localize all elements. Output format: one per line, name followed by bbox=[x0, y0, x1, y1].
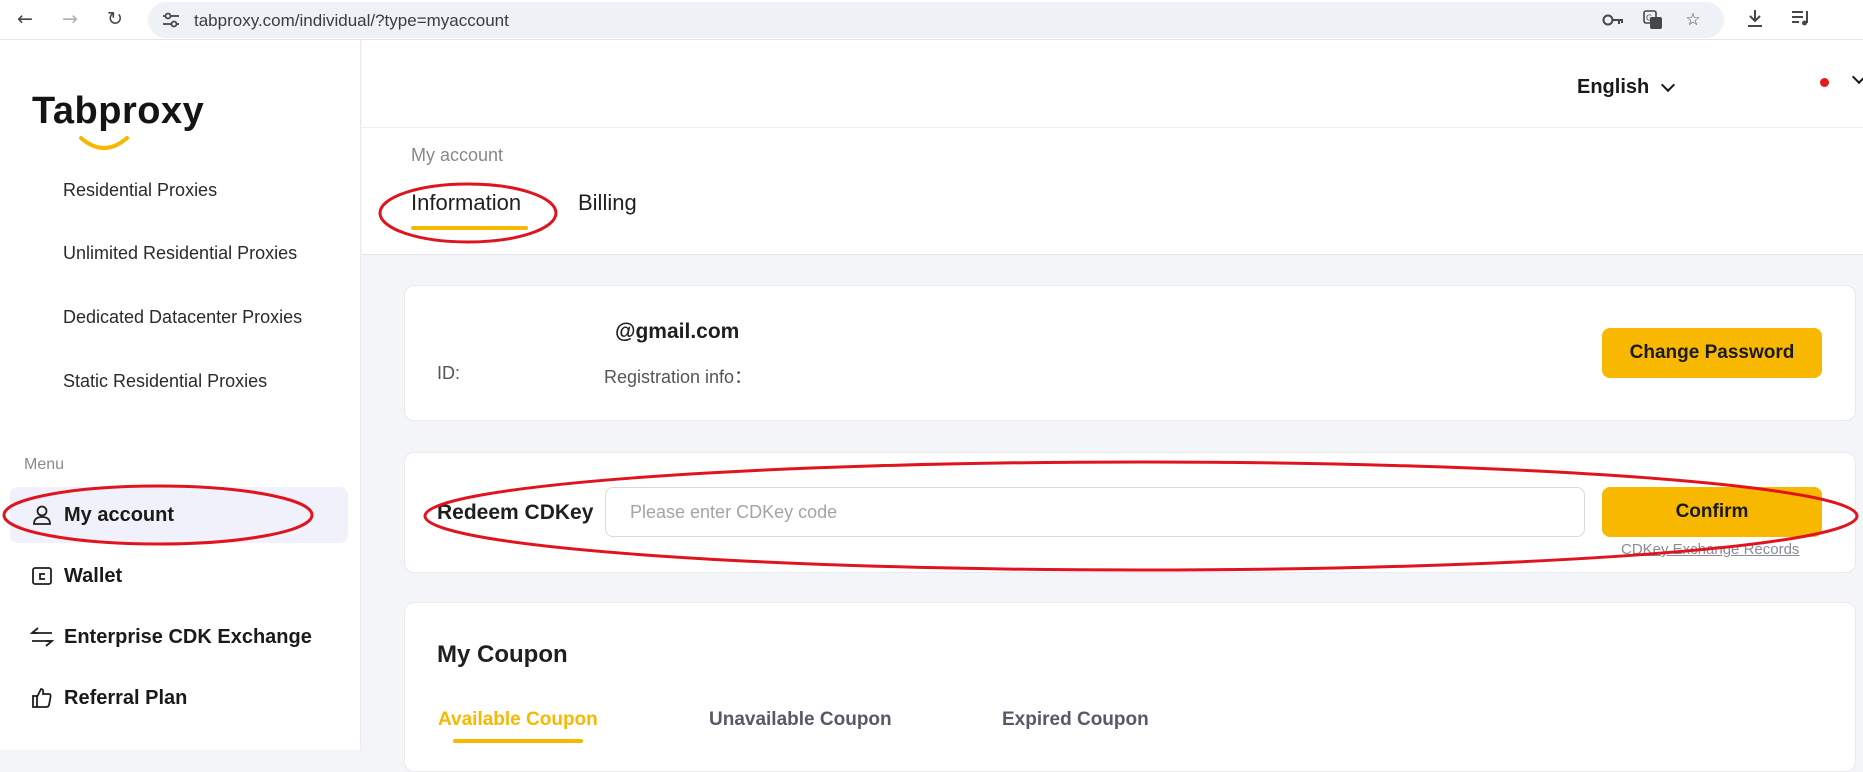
my-coupon-card: My Coupon Available Coupon Unavailable C… bbox=[404, 602, 1856, 772]
site-settings-icon[interactable] bbox=[162, 12, 180, 28]
back-arrow-icon[interactable]: ← bbox=[12, 6, 38, 32]
thumbs-up-icon bbox=[30, 686, 54, 710]
menu-caption: Menu bbox=[24, 456, 65, 473]
logo-smile-icon bbox=[79, 136, 129, 150]
active-tab-indicator bbox=[411, 226, 528, 230]
account-id-label: ID: bbox=[437, 363, 461, 383]
product-link-dedicated-datacenter[interactable]: Dedicated Datacenter Proxies bbox=[63, 307, 302, 328]
active-coupon-tab-indicator bbox=[453, 739, 583, 743]
registration-info-label: Registration info： bbox=[604, 367, 753, 387]
account-email: @gmail.com bbox=[615, 320, 740, 343]
product-link-residential[interactable]: Residential Proxies bbox=[63, 180, 217, 201]
translate-icon[interactable]: G bbox=[1642, 10, 1664, 30]
product-link-static-residential[interactable]: Static Residential Proxies bbox=[63, 371, 267, 392]
tab-unavailable-coupon[interactable]: Unavailable Coupon bbox=[709, 709, 892, 731]
language-selector[interactable]: English bbox=[1577, 76, 1676, 99]
sidebar-item-enterprise-cdk[interactable]: Enterprise CDK Exchange bbox=[10, 609, 348, 665]
notification-dot bbox=[1820, 78, 1829, 87]
page-tabs-header: My account Information Billing bbox=[362, 128, 1863, 255]
coupon-section-title: My Coupon bbox=[437, 641, 568, 668]
tab-available-coupon[interactable]: Available Coupon bbox=[438, 709, 598, 731]
tab-billing[interactable]: Billing bbox=[578, 190, 637, 216]
cdkey-input[interactable] bbox=[605, 487, 1585, 537]
change-password-button[interactable]: Change Password bbox=[1602, 328, 1822, 378]
wallet-icon bbox=[30, 564, 54, 588]
tabproxy-logo[interactable]: Tabproxy bbox=[32, 90, 204, 133]
redeem-cdkey-card: Redeem CDKey Confirm CDKey Exchange Reco… bbox=[404, 452, 1856, 573]
reload-icon[interactable]: ↻ bbox=[102, 6, 128, 32]
sidebar-item-label: Wallet bbox=[64, 564, 123, 587]
svg-text:G: G bbox=[1646, 14, 1652, 23]
sidebar-item-my-account[interactable]: My account bbox=[10, 487, 348, 543]
sidebar-item-wallet[interactable]: Wallet bbox=[10, 548, 348, 604]
key-icon[interactable] bbox=[1602, 10, 1624, 30]
sidebar-item-label: Enterprise CDK Exchange bbox=[64, 625, 312, 648]
bookmark-star-icon[interactable]: ☆ bbox=[1682, 10, 1704, 30]
media-queue-icon[interactable] bbox=[1788, 5, 1814, 31]
download-icon[interactable] bbox=[1742, 5, 1768, 31]
exchange-icon bbox=[30, 625, 54, 649]
breadcrumb: My account bbox=[411, 145, 504, 165]
tab-expired-coupon[interactable]: Expired Coupon bbox=[1002, 709, 1149, 731]
confirm-button[interactable]: Confirm bbox=[1602, 487, 1822, 537]
chevron-down-icon bbox=[1661, 77, 1676, 92]
language-label: English bbox=[1577, 76, 1650, 98]
user-menu-chevron-icon[interactable] bbox=[1851, 69, 1863, 85]
tab-information[interactable]: Information bbox=[411, 190, 521, 216]
sidebar-item-label: My account bbox=[64, 503, 175, 526]
account-info-card: @gmail.com ID: Registration info： Change… bbox=[404, 285, 1856, 421]
browser-toolbar: ← → ↻ tabproxy.com/individual/?type=myac… bbox=[0, 0, 1863, 40]
sidebar-item-label: Referral Plan bbox=[64, 686, 188, 709]
sidebar-item-referral-plan[interactable]: Referral Plan bbox=[10, 670, 348, 726]
cdkey-exchange-records-link[interactable]: CDKey Exchange Records bbox=[1621, 541, 1799, 558]
url-text: tabproxy.com/individual/?type=myaccount bbox=[194, 11, 509, 30]
forward-arrow-icon[interactable]: → bbox=[57, 6, 83, 32]
address-bar[interactable]: tabproxy.com/individual/?type=myaccount … bbox=[148, 2, 1724, 38]
sidebar: Tabproxy Residential Proxies Unlimited R… bbox=[0, 40, 361, 750]
top-header: English bbox=[362, 40, 1863, 128]
user-icon bbox=[30, 503, 54, 527]
redeem-cdkey-title: Redeem CDKey bbox=[437, 501, 594, 524]
product-link-unlimited-residential[interactable]: Unlimited Residential Proxies bbox=[63, 243, 297, 264]
